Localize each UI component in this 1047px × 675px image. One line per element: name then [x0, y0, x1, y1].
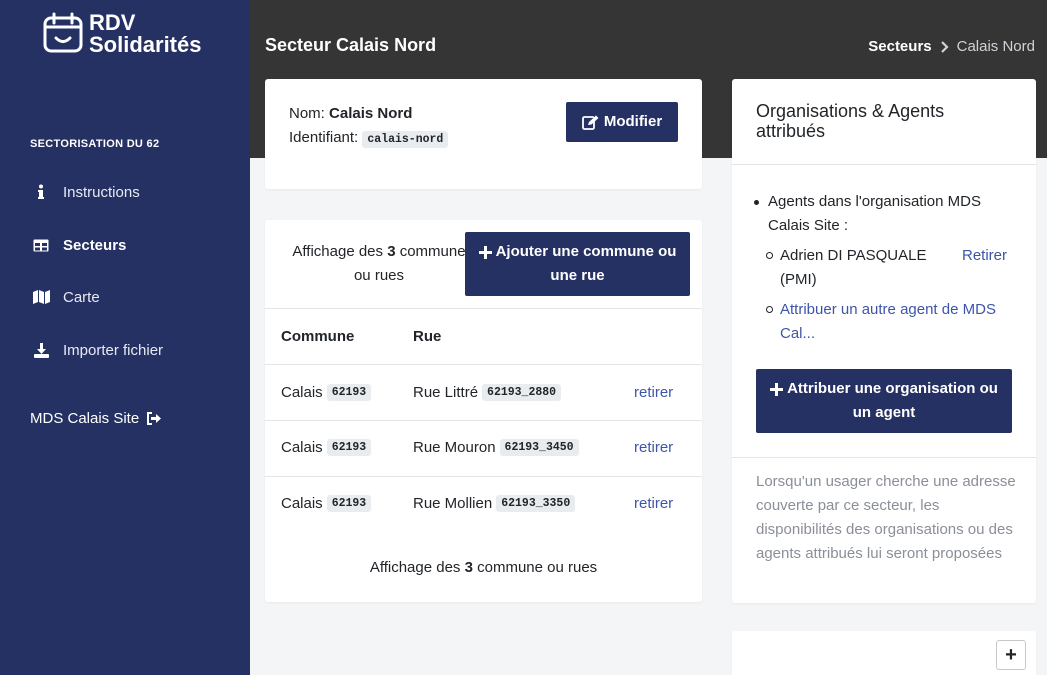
add-commune-button[interactable]: Ajouter une commune ou une rue	[465, 232, 690, 296]
bullet	[766, 306, 773, 313]
divider	[265, 308, 702, 309]
plus-icon	[478, 245, 492, 259]
table-icon	[30, 239, 52, 252]
logo[interactable]: RDV Solidarités	[43, 12, 201, 56]
zoom-in-button[interactable]: +	[996, 640, 1026, 670]
modify-button[interactable]: Modifier	[566, 102, 678, 142]
sidebar-item-label: Importer fichier	[63, 341, 164, 359]
map-icon	[30, 290, 52, 304]
info-icon	[30, 184, 52, 200]
remove-agent-link[interactable]: Retirer	[962, 244, 1007, 268]
communes-count-top: Affichage des 3 commune ou rues	[292, 243, 466, 284]
rue-cell: Rue Mouron 62193_3450	[413, 439, 579, 456]
logo-text: RDV Solidarités	[89, 10, 202, 57]
sidebar-item-importer-fichier[interactable]: Importer fichier	[30, 338, 163, 362]
divider	[265, 476, 702, 477]
section-label: SECTORISATION DU 62	[30, 138, 160, 150]
breadcrumb: Secteurs Calais Nord	[868, 38, 1035, 55]
calendar-smile-icon	[43, 12, 83, 53]
bullet	[766, 252, 773, 259]
assign-other-agent-link[interactable]: Attribuer un autre agent de MDS Cal...	[780, 298, 1030, 346]
breadcrumb-current: Calais Nord	[956, 38, 1035, 55]
column-header-commune: Commune	[281, 328, 355, 345]
rue-cell: Rue Mollien 62193_3350	[413, 495, 576, 512]
chevron-right-icon	[940, 40, 949, 53]
sidebar-item-label: Instructions	[63, 183, 140, 201]
communes-card: Affichage des 3 commune ou rues Ajouter …	[265, 220, 702, 602]
sign-out-icon	[147, 412, 162, 425]
sector-info-card: Nom: Calais Nord Identifiant: calais-nor…	[265, 79, 702, 189]
divider	[732, 457, 1036, 458]
edit-icon	[581, 115, 599, 130]
help-text: Lorsqu'un usager cherche une adresse cou…	[756, 473, 1016, 562]
divider	[265, 420, 702, 421]
page-title: Secteur Calais Nord	[265, 35, 437, 55]
divider	[265, 364, 702, 365]
organisation-link[interactable]: MDS Calais Site	[30, 410, 162, 427]
commune-cell: Calais 62193	[281, 384, 372, 401]
rue-cell: Rue Littré 62193_2880	[413, 384, 562, 401]
column-header-rue: Rue	[413, 328, 442, 345]
sidebar-item-instructions[interactable]: Instructions	[30, 180, 140, 204]
divider	[732, 164, 1036, 165]
agents-heading: Agents dans l'organisation MDS Calais Si…	[768, 193, 981, 234]
organisations-card: Organisations & Agents attribués Agents …	[732, 79, 1036, 603]
agent-name: Adrien DI PASQUALE (PMI)	[780, 247, 927, 288]
bullet	[754, 200, 759, 205]
assign-organisation-button[interactable]: Attribuer une organisation ou un agent	[756, 369, 1012, 433]
retirer-link[interactable]: retirer	[634, 495, 673, 512]
commune-cell: Calais 62193	[281, 495, 372, 512]
retirer-link[interactable]: retirer	[634, 384, 673, 401]
commune-cell: Calais 62193	[281, 439, 372, 456]
sector-identifier-value: calais-nord	[362, 131, 449, 148]
sidebar-item-label: Carte	[63, 288, 100, 306]
communes-count-bottom: Affichage des 3 commune ou rues	[369, 559, 598, 576]
retirer-link[interactable]: retirer	[634, 439, 673, 456]
organisations-title: Organisations & Agents attribués	[756, 101, 945, 141]
map-card: +	[732, 631, 1036, 675]
download-icon	[30, 342, 52, 358]
organisation-name: MDS Calais Site	[30, 410, 140, 427]
sector-name-value: Calais Nord	[329, 105, 413, 122]
sidebar: RDV Solidarités SECTORISATION DU 62 Inst…	[0, 0, 250, 675]
plus-icon	[770, 382, 784, 396]
sidebar-item-secteurs[interactable]: Secteurs	[30, 233, 126, 257]
sidebar-item-label: Secteurs	[63, 236, 127, 254]
sidebar-item-carte[interactable]: Carte	[30, 285, 100, 309]
sector-name: Nom: Calais Nord	[289, 105, 413, 122]
sector-identifier: Identifiant: calais-nord	[289, 129, 449, 148]
breadcrumb-secteurs[interactable]: Secteurs	[868, 38, 931, 55]
